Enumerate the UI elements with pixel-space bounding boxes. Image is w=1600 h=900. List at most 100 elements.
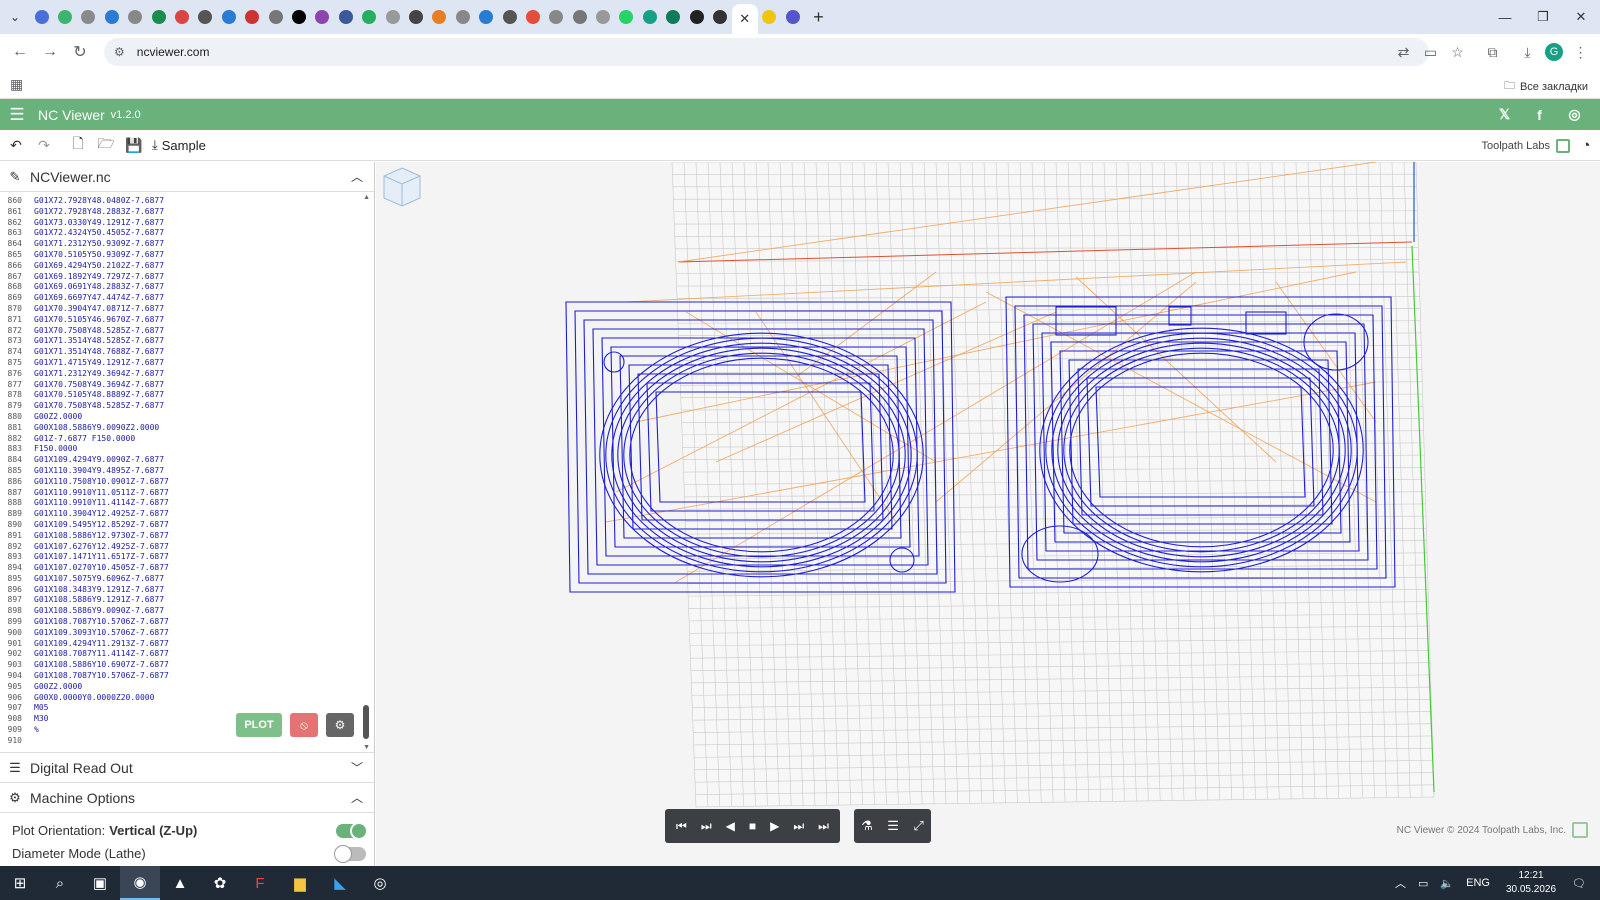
apps-grid-icon[interactable]: ▦ [10,76,23,93]
tab-favicon-icon[interactable] [100,0,123,34]
undo-icon[interactable]: ↶ [2,130,30,161]
machine-options-header[interactable]: ⚙ Machine Options ︿ [0,783,374,813]
play-reverse-icon[interactable]: ◀ [726,819,735,833]
scroll-down-icon[interactable]: ▼ [363,744,370,751]
download-icon[interactable]: ⤓ [1514,38,1541,66]
tab-favicon-icon[interactable] [30,0,53,34]
scroll-thumb[interactable] [363,705,369,739]
toolpath-labs-brand[interactable]: Toolpath Labs ◔ [1482,130,1597,161]
tab-favicon-icon[interactable] [404,0,427,34]
toolpath-canvas[interactable] [376,162,1600,866]
bookmark-star-icon[interactable]: ☆ [1444,38,1471,66]
plot-button[interactable]: PLOT [236,713,282,737]
restore-icon[interactable]: ❐ [1524,0,1562,34]
tab-favicon-icon[interactable] [615,0,638,34]
tab-favicon-icon[interactable] [53,0,76,34]
stop-button[interactable]: ⦸ [290,713,318,737]
stop-icon[interactable]: ■ [749,819,756,833]
tab-favicon-icon[interactable] [758,0,781,34]
tab-favicon-icon[interactable] [521,0,544,34]
tab-favicon-icon[interactable] [474,0,497,34]
tab-search-button[interactable]: ⌄ [0,0,30,34]
tab-favicon-icon[interactable] [334,0,357,34]
new-file-icon[interactable]: 🗋 [64,130,92,161]
translate-icon[interactable]: ⇄ [1390,38,1417,66]
open-folder-icon[interactable]: 🗁 [92,130,120,161]
active-tab[interactable]: ✕ [731,4,758,34]
inkscape-app-icon[interactable]: ▲ [160,866,200,900]
tab-favicon-icon[interactable] [287,0,310,34]
tab-favicon-icon[interactable] [662,0,685,34]
dro-header[interactable]: ☰ Digital Read Out ﹀ [0,753,374,783]
browser-menu-icon[interactable]: ⋮ [1567,38,1594,66]
new-tab-button[interactable]: + [805,7,833,28]
minimize-icon[interactable]: — [1486,0,1524,34]
twitter-icon[interactable]: 𝕏 [1487,106,1522,123]
tab-favicon-icon[interactable] [170,0,193,34]
all-bookmarks[interactable]: 🗀 Все закладки [1504,77,1588,96]
tray-chevron-icon[interactable]: ︿ [1389,875,1412,891]
close-tab-icon[interactable]: ✕ [739,11,750,27]
sliders-icon[interactable]: ☰ [887,818,899,834]
skip-start-icon[interactable]: ⏮ [676,819,687,834]
chrome-app-icon[interactable]: ◉ [120,866,160,900]
editor-scrollbar[interactable]: ▲ ▼ [362,192,370,752]
windows-start-icon[interactable]: ⊞ [0,866,40,900]
address-bar[interactable]: ⚙ ncviewer.com [104,38,1429,66]
tab-favicon-icon[interactable] [241,0,264,34]
tab-favicon-icon[interactable] [498,0,521,34]
tab-favicon-icon[interactable] [124,0,147,34]
reload-icon[interactable]: ↻ [66,38,94,66]
task-view-icon[interactable]: ▣ [80,866,120,900]
tab-favicon-icon[interactable] [568,0,591,34]
extensions-icon[interactable]: ⧉ [1479,38,1506,66]
tab-favicon-icon[interactable] [545,0,568,34]
chevron-down-icon[interactable]: ﹀ [340,759,374,776]
play-icon[interactable]: ▶ [770,819,779,833]
steam-app-icon[interactable]: ◎ [360,866,400,900]
step-back-icon[interactable]: ⏭ [701,819,712,834]
tab-favicon-icon[interactable] [77,0,100,34]
freecad-app-icon[interactable]: F [240,866,280,900]
clock[interactable]: 12:21 30.05.2026 [1496,869,1566,897]
view-cube-icon[interactable] [376,162,428,212]
file-explorer-icon[interactable]: ▆ [280,866,320,900]
tab-favicon-icon[interactable] [708,0,731,34]
tab-favicon-icon[interactable] [381,0,404,34]
vscode-app-icon[interactable]: ◣ [320,866,360,900]
save-icon[interactable]: 💾 [120,130,148,161]
editor-header[interactable]: ✎ NCViewer.nc ︿ [0,162,374,192]
chevron-up-icon[interactable]: ︿ [340,168,374,185]
settings-button[interactable]: ⚙ [326,713,354,737]
facebook-icon[interactable]: f [1522,107,1557,123]
site-info-icon[interactable]: ⚙ [114,45,125,59]
redo-icon[interactable]: ↷ [30,130,58,161]
close-window-icon[interactable]: ✕ [1562,0,1600,34]
tab-favicon-icon[interactable] [451,0,474,34]
profile-avatar[interactable]: G [1545,43,1563,61]
notifications-icon[interactable]: 🗨 [1566,877,1600,890]
scroll-up-icon[interactable]: ▲ [363,194,370,201]
tab-favicon-icon[interactable] [638,0,661,34]
code-editor[interactable]: 860 G01X72.7928Y48.0480Z-7.6877 861 G01X72.… [0,192,374,753]
tab-favicon-icon[interactable] [591,0,614,34]
skip-end-icon[interactable]: ⏭ [818,819,829,834]
flask-icon[interactable]: ⚗ [861,818,873,834]
battery-icon[interactable]: ▭ [1412,877,1434,890]
instagram-icon[interactable]: ◎ [1557,106,1592,123]
menu-icon[interactable]: ☰ [0,105,34,125]
cast-icon[interactable]: ▭ [1417,38,1444,66]
sample-button[interactable]: ⤓ Sample [152,137,206,153]
tab-favicon-icon[interactable] [311,0,334,34]
chevron-up-icon[interactable]: ︿ [340,789,374,806]
language-indicator[interactable]: ENG [1460,877,1496,889]
volume-icon[interactable]: 🔈 [1434,877,1460,890]
step-forward-icon[interactable]: ⏭ [793,819,804,834]
diameter-mode-toggle[interactable] [334,844,366,863]
search-icon[interactable]: ⌕ [40,866,80,900]
tab-favicon-icon[interactable] [428,0,451,34]
tab-favicon-icon[interactable] [217,0,240,34]
performance-gauge-icon[interactable]: ◔ [1576,136,1596,156]
tab-favicon-icon[interactable] [147,0,170,34]
paint-app-icon[interactable]: ✿ [200,866,240,900]
